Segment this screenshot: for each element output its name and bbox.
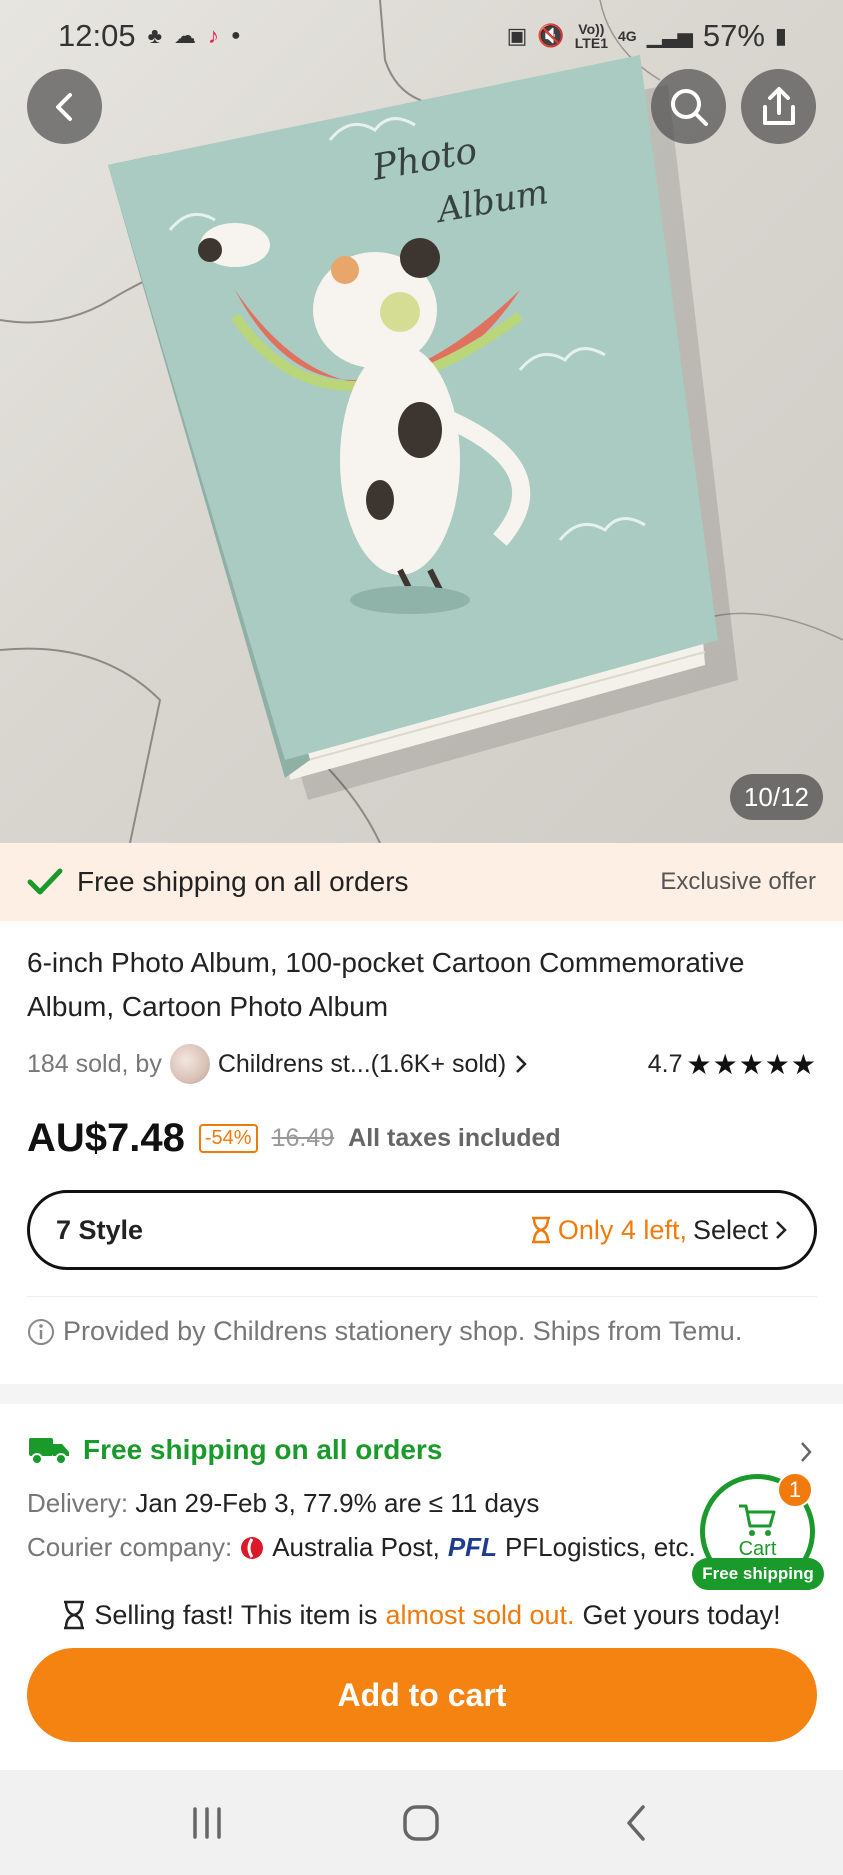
- store-link[interactable]: Childrens st...(1.6K+ sold): [218, 1050, 506, 1079]
- price-row: AU$7.48 -54% 16.49 All taxes included: [27, 1112, 561, 1164]
- cart-count-badge: 1: [777, 1472, 813, 1508]
- selling-fast-notice: Selling fast! This item is almost sold o…: [0, 1590, 843, 1640]
- status-bar: 12:05 ♣ ☁ ♪ ● ▣ 🔇 Vo)) LTE1 4G ▁▃▅ 57% ▮: [0, 0, 843, 72]
- rating-stars: ★★★★★: [686, 1048, 817, 1080]
- cloud-icon: ☁: [174, 23, 197, 48]
- chevron-right-icon[interactable]: [799, 1440, 813, 1464]
- discount-badge: -54%: [198, 1123, 258, 1153]
- sold-count: 184 sold, by: [27, 1049, 162, 1078]
- share-icon: [762, 86, 795, 125]
- product-image[interactable]: Photo Album 12:05 ♣ ☁ ♪ ● ▣ 🔇 Vo)) LTE1 4…: [0, 0, 843, 843]
- delivery-value: Jan 29-Feb 3, 77.9% are ≤ 11 days: [135, 1488, 540, 1518]
- share-button[interactable]: [741, 69, 816, 144]
- free-shipping-banner[interactable]: Free shipping on all orders Exclusive of…: [0, 843, 843, 921]
- system-back-button[interactable]: [596, 1793, 676, 1853]
- volte-indicator: Vo)) LTE1: [574, 21, 608, 51]
- info-icon: [28, 1318, 54, 1345]
- selling-fast-highlight: almost sold out.: [385, 1599, 575, 1630]
- notification-icon: ♣: [147, 23, 163, 48]
- mute-icon: 🔇: [537, 23, 565, 48]
- australia-post-logo-icon: [241, 1536, 264, 1559]
- provided-by-text: Provided by Childrens stationery shop. S…: [63, 1316, 743, 1346]
- courier-australia-post: Australia Post,: [272, 1532, 440, 1562]
- tiktok-icon: ♪: [208, 23, 220, 48]
- chevron-right-icon: [776, 1221, 787, 1239]
- recent-apps-button[interactable]: [167, 1793, 247, 1853]
- battery-level: 57%: [702, 18, 765, 53]
- hourglass-icon: [64, 1600, 85, 1630]
- status-time: 12:05: [58, 18, 136, 53]
- home-icon: [403, 1804, 440, 1841]
- delivery-label: Delivery:: [27, 1488, 129, 1518]
- section-separator: [0, 1384, 843, 1404]
- battery-icon: ▮: [774, 23, 787, 48]
- rating[interactable]: 4.7 ★★★★★: [648, 1048, 817, 1081]
- shipping-section-title[interactable]: Free shipping on all orders: [27, 1434, 442, 1466]
- rating-value: 4.7: [647, 1049, 683, 1078]
- tax-note: All taxes included: [348, 1123, 561, 1152]
- checkmark-icon: [27, 868, 63, 895]
- delivery-info: Delivery: Jan 29-Feb 3, 77.9% are ≤ 11 d…: [27, 1488, 539, 1519]
- add-to-cart-button[interactable]: Add to cart: [27, 1648, 817, 1742]
- selling-fast-post: Get yours today!: [582, 1599, 781, 1630]
- product-title: 6-inch Photo Album, 100-pocket Cartoon C…: [27, 947, 745, 1022]
- system-nav-bar: [0, 1770, 843, 1875]
- provided-by: Provided by Childrens stationery shop. S…: [27, 1316, 742, 1347]
- signal-icon: ▁▃▅: [646, 25, 693, 48]
- back-button[interactable]: [27, 69, 102, 144]
- back-icon: [627, 1804, 645, 1841]
- cart-free-shipping-pill: Free shipping: [692, 1558, 824, 1590]
- seller-row: 184 sold, by Childrens st...(1.6K+ sold)…: [27, 1042, 817, 1086]
- image-counter: 10/12: [729, 774, 823, 820]
- select-label: Select: [692, 1214, 768, 1245]
- cart-icon: [738, 1504, 775, 1536]
- search-button[interactable]: [651, 69, 726, 144]
- courier-info: Courier company: Australia Post, PFL PFL…: [27, 1532, 696, 1563]
- divider: [27, 1296, 817, 1297]
- chevron-left-icon: [55, 92, 72, 121]
- courier-label: Courier company:: [27, 1532, 233, 1562]
- lock-icon: ▣: [506, 23, 528, 48]
- style-selector[interactable]: 7 Style Only 4 left, Select: [27, 1190, 817, 1270]
- exclusive-offer-label: Exclusive offer: [660, 868, 816, 895]
- dot-icon: ●: [231, 27, 241, 44]
- recent-apps-icon: [193, 1806, 221, 1839]
- shipping-title-text: Free shipping on all orders: [83, 1434, 443, 1465]
- selling-fast-pre: Selling fast! This item is: [94, 1599, 378, 1630]
- search-icon: [670, 88, 708, 126]
- stock-warning: Only 4 left,: [557, 1214, 687, 1245]
- current-price: AU$7.48: [27, 1115, 185, 1160]
- store-avatar[interactable]: [169, 1044, 210, 1084]
- home-button[interactable]: [381, 1793, 461, 1853]
- original-price: 16.49: [271, 1123, 335, 1152]
- pfl-logo-icon: PFL: [447, 1532, 497, 1562]
- truck-icon: [29, 1438, 69, 1465]
- free-shipping-text: Free shipping on all orders: [77, 866, 409, 897]
- courier-pfl: PFLogistics, etc.: [504, 1532, 696, 1562]
- style-count: 7 Style: [56, 1214, 144, 1245]
- chevron-right-icon[interactable]: [514, 1053, 528, 1075]
- network-type: 4G: [618, 28, 637, 44]
- hourglass-icon: [531, 1216, 550, 1244]
